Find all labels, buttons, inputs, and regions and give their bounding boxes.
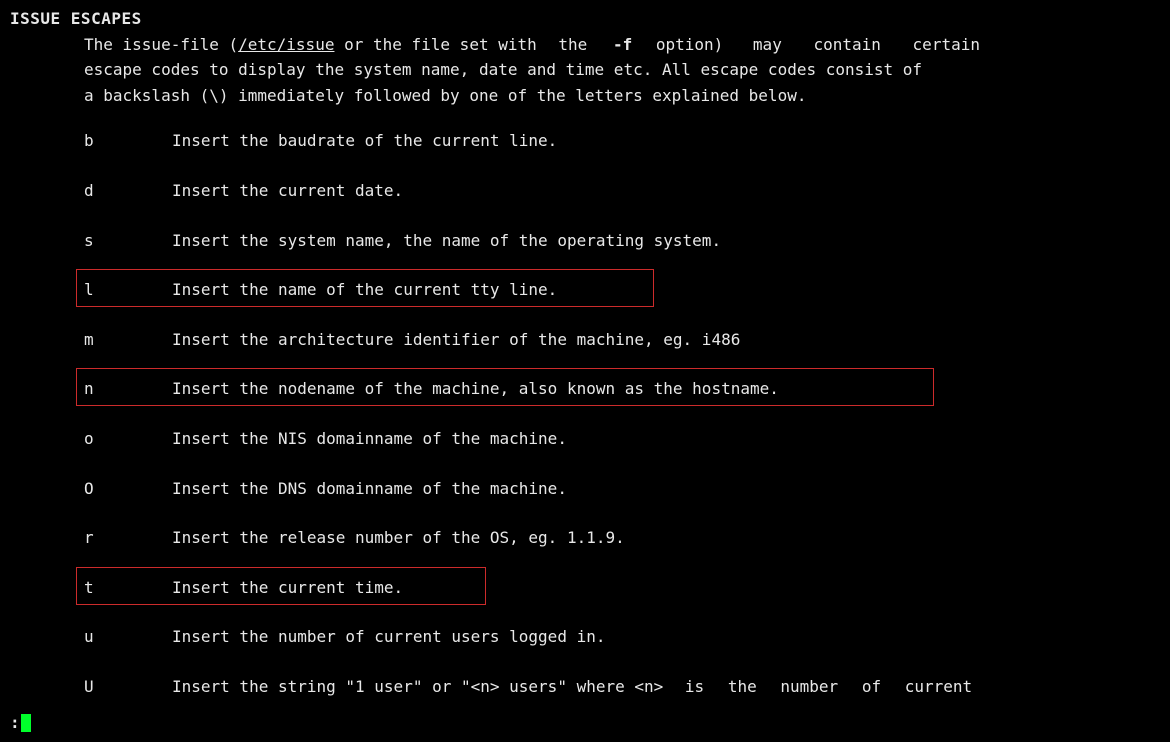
u-text: is <box>685 677 704 696</box>
escape-desc: Insert the nodename of the machine, also… <box>172 376 1160 402</box>
escape-r: r Insert the release number of the OS, e… <box>84 525 1160 551</box>
escape-O: O Insert the DNS domainname of the machi… <box>84 476 1160 502</box>
escape-s: s Insert the system name, the name of th… <box>84 228 1160 254</box>
escape-u: u Insert the number of current users log… <box>84 624 1160 650</box>
escape-m: m Insert the architecture identifier of … <box>84 327 1160 353</box>
escape-d: d Insert the current date. <box>84 178 1160 204</box>
section-header: ISSUE ESCAPES <box>10 6 1160 32</box>
escape-key: l <box>84 277 172 303</box>
escape-desc: Insert the current date. <box>172 178 1160 204</box>
man-page: ISSUE ESCAPES The issue-file (/etc/issue… <box>0 0 1170 700</box>
cursor <box>21 714 31 732</box>
escape-key: U <box>84 674 172 700</box>
intro-line-2: escape codes to display the system name,… <box>84 57 1160 83</box>
escape-b: b Insert the baudrate of the current lin… <box>84 128 1160 154</box>
pager-prompt[interactable]: : <box>0 710 31 736</box>
escape-o: o Insert the NIS domainname of the machi… <box>84 426 1160 452</box>
escape-key: d <box>84 178 172 204</box>
escape-key: O <box>84 476 172 502</box>
escape-desc: Insert the architecture identifier of th… <box>172 327 1160 353</box>
escape-key: m <box>84 327 172 353</box>
u-text: Insert the string "1 user" or "<n> users… <box>172 677 663 696</box>
escape-desc: Insert the string "1 user" or "<n> users… <box>172 674 1160 700</box>
escape-n: n Insert the nodename of the machine, al… <box>84 376 1160 402</box>
escape-desc: Insert the system name, the name of the … <box>172 228 1160 254</box>
escape-desc: Insert the DNS domainname of the machine… <box>172 476 1160 502</box>
escape-key: u <box>84 624 172 650</box>
intro-line-3: a backslash (\) immediately followed by … <box>84 83 1160 109</box>
escape-l: l Insert the name of the current tty lin… <box>84 277 1160 303</box>
escape-key: b <box>84 128 172 154</box>
escape-key: s <box>84 228 172 254</box>
escape-key: n <box>84 376 172 402</box>
intro-text: may <box>753 35 782 54</box>
escape-desc: Insert the current time. <box>172 575 1160 601</box>
intro-text: or the file set with <box>334 35 536 54</box>
intro-text: certain <box>913 35 980 54</box>
u-text: number <box>780 677 838 696</box>
u-text: the <box>728 677 757 696</box>
intro-line-1: The issue-file (/etc/issue or the file s… <box>84 32 1160 58</box>
escape-desc: Insert the number of current users logge… <box>172 624 1160 650</box>
escape-key: o <box>84 426 172 452</box>
intro-text: contain <box>813 35 880 54</box>
escape-desc: Insert the release number of the OS, eg.… <box>172 525 1160 551</box>
u-text: of <box>862 677 881 696</box>
prompt-colon: : <box>0 710 20 736</box>
escape-U: U Insert the string "1 user" or "<n> use… <box>84 674 1160 700</box>
u-text: current <box>905 677 972 696</box>
intro-text: option) <box>656 35 723 54</box>
escape-key: t <box>84 575 172 601</box>
issue-path: /etc/issue <box>238 35 334 54</box>
intro-text: the <box>558 35 587 54</box>
escape-desc: Insert the name of the current tty line. <box>172 277 1160 303</box>
intro-text: The issue-file ( <box>84 35 238 54</box>
escape-desc: Insert the baudrate of the current line. <box>172 128 1160 154</box>
escape-code-list: b Insert the baudrate of the current lin… <box>84 128 1160 699</box>
flag-f: -f <box>613 35 632 54</box>
escape-t: t Insert the current time. <box>84 575 1160 601</box>
escape-desc: Insert the NIS domainname of the machine… <box>172 426 1160 452</box>
escape-key: r <box>84 525 172 551</box>
